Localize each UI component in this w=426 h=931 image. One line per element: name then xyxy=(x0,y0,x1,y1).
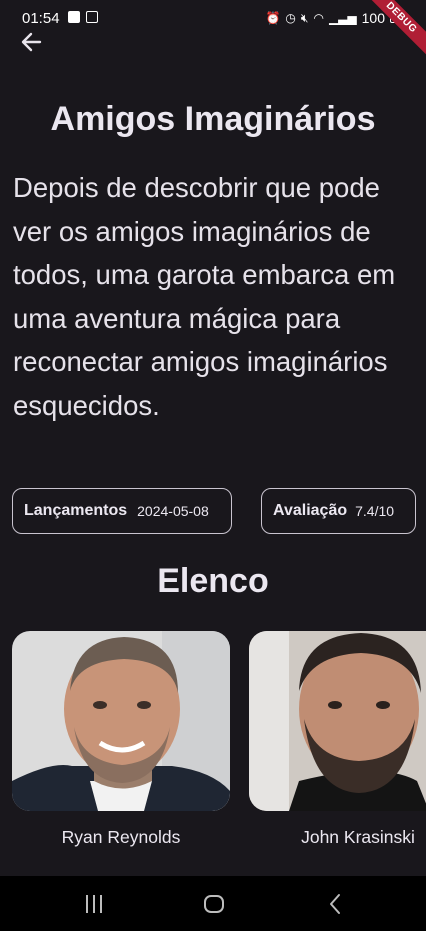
cast-name: John Krasinski xyxy=(301,827,415,847)
status-time: 01:54 xyxy=(22,10,60,27)
movie-synopsis: Depois de descobrir que pode ver os amig… xyxy=(13,172,396,421)
recent-apps-icon xyxy=(86,895,102,913)
status-bar: 01:54 ⏰ ◷ 🔇︎ ◠ ▁▃▅ 100 xyxy=(0,0,426,36)
lock-icon xyxy=(86,11,98,23)
rating-chip: Avaliação 7.4/10 xyxy=(261,488,416,534)
mute-icon: 🔇︎ xyxy=(300,10,309,25)
release-label: Lançamentos xyxy=(24,502,128,519)
release-date: 2024-05-08 xyxy=(137,503,209,519)
alarm-icon: ⏰ xyxy=(265,11,281,25)
cast-card[interactable]: John Krasinski xyxy=(249,631,426,848)
cast-card[interactable]: Ryan Reynolds xyxy=(12,631,230,848)
cast-name: Ryan Reynolds xyxy=(61,827,181,847)
cast-photo xyxy=(249,631,426,811)
back-button[interactable] xyxy=(18,30,46,54)
check-box-icon xyxy=(68,11,80,23)
cast-section-title: Elenco xyxy=(157,562,269,600)
cast-photo xyxy=(12,631,230,811)
home-icon xyxy=(204,895,224,913)
rating-label: Avaliação xyxy=(273,502,348,519)
arrow-back-icon xyxy=(21,32,42,52)
movie-title: Amigos Imaginários xyxy=(50,100,376,138)
back-icon xyxy=(330,894,340,914)
battery-text: 100 xyxy=(361,10,385,26)
home-button[interactable] xyxy=(202,893,226,915)
rating-value: 7.4/10 xyxy=(355,503,395,519)
signal-icon: ▁▃▅ xyxy=(328,11,357,25)
wifi-icon: ◠ xyxy=(313,11,324,25)
clock-icon: ◷ xyxy=(285,11,296,25)
navigation-bar xyxy=(0,876,426,931)
nav-back-button[interactable] xyxy=(324,893,348,915)
cast-list[interactable]: Ryan Reynolds John Krasinski xyxy=(12,631,426,861)
recent-apps-button[interactable] xyxy=(82,893,106,915)
release-date-chip: Lançamentos 2024-05-08 xyxy=(12,488,232,534)
